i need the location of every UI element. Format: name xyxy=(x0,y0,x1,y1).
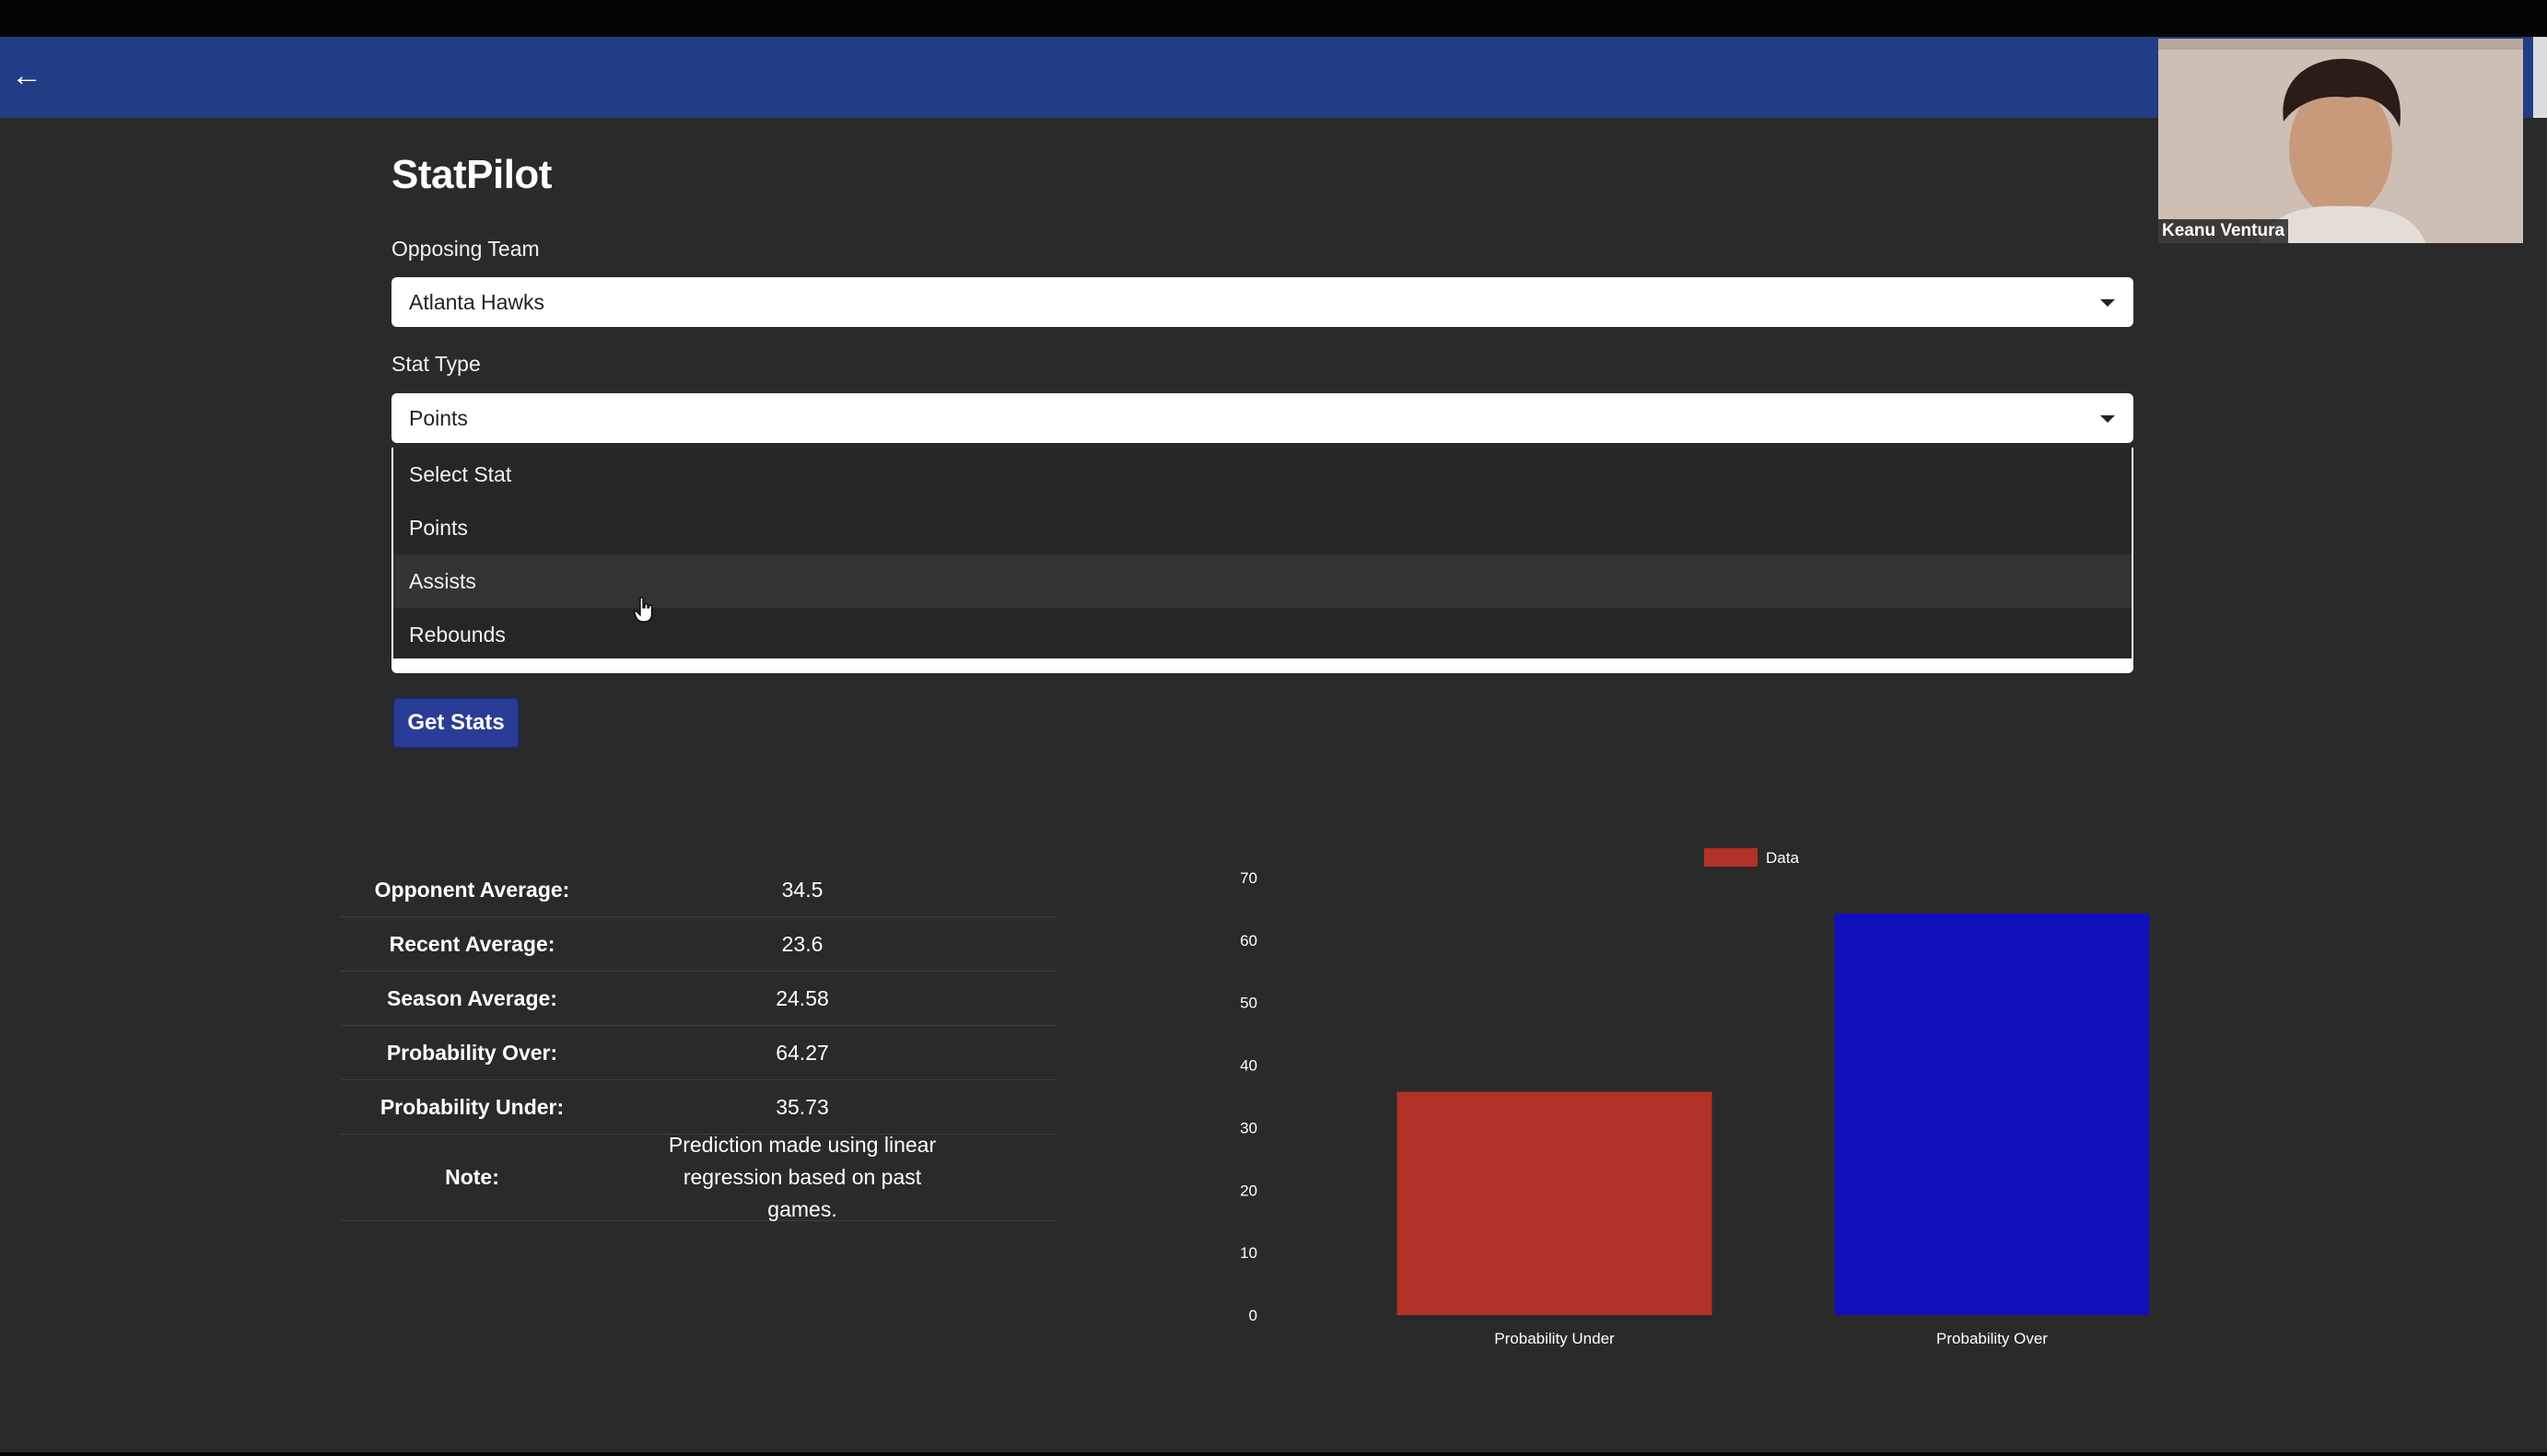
table-row: Opponent Average: 34.5 xyxy=(341,863,1057,917)
stat-type-dropdown: Select Stat Points Assists Rebounds xyxy=(391,448,2133,673)
window-top-bar xyxy=(0,0,2547,37)
stat-label-note: Note: xyxy=(445,1165,499,1189)
caret-down-icon xyxy=(2100,299,2115,307)
dropdown-menu: Select Stat Points Assists Rebounds xyxy=(393,448,2132,658)
y-tick-label: 30 xyxy=(1240,1119,1257,1136)
navbar-edge xyxy=(2524,37,2533,118)
x-tick-label: Probability Over xyxy=(1936,1330,2048,1347)
y-tick-label: 40 xyxy=(1240,1057,1257,1075)
participant-video-feed xyxy=(2158,39,2523,243)
dropdown-option-select-stat[interactable]: Select Stat xyxy=(393,448,2132,501)
opposing-team-label: Opposing Team xyxy=(391,237,540,261)
window-edge xyxy=(2533,37,2547,118)
stats-table: Opponent Average: 34.5 Recent Average: 2… xyxy=(341,863,1057,1221)
stat-label-recent-average: Recent Average: xyxy=(389,931,555,956)
page-title: StatPilot xyxy=(391,152,552,197)
y-tick-label: 50 xyxy=(1240,995,1257,1012)
stat-value-note: Prediction made using linear regression … xyxy=(668,1133,937,1221)
stat-label-season-average: Season Average: xyxy=(387,985,557,1010)
stat-value-opponent-average: 34.5 xyxy=(781,877,824,902)
window-bottom-bar xyxy=(0,1452,2547,1456)
arrow-left-icon[interactable]: ← xyxy=(11,57,42,94)
participant-name-label: Keanu Ventura xyxy=(2158,219,2289,243)
chart-bar xyxy=(1834,913,2150,1315)
get-stats-button[interactable]: Get Stats xyxy=(392,697,520,749)
y-tick-label: 10 xyxy=(1240,1244,1257,1262)
stat-value-probability-under: 35.73 xyxy=(776,1094,829,1119)
stat-label-probability-under: Probability Under: xyxy=(380,1094,565,1119)
table-row: Probability Over: 64.27 xyxy=(341,1026,1057,1080)
y-tick-label: 0 xyxy=(1249,1307,1257,1324)
x-tick-label: Probability Under xyxy=(1494,1330,1615,1347)
chart-bar xyxy=(1396,1091,1712,1315)
stat-type-value: Points xyxy=(409,406,468,430)
stat-type-label: Stat Type xyxy=(391,352,481,376)
dropdown-option-assists[interactable]: Assists xyxy=(393,554,2132,608)
table-row: Recent Average: 23.6 xyxy=(341,917,1057,972)
probability-bar-chart: 0 10 20 30 40 50 60 70 Probability Under Probabil… xyxy=(1240,848,2150,1347)
dropdown-option-rebounds[interactable]: Rebounds xyxy=(393,608,2132,661)
legend-label: Data xyxy=(1766,849,1799,867)
opposing-team-select[interactable]: Atlanta Hawks xyxy=(391,277,2133,327)
stat-value-recent-average: 23.6 xyxy=(781,931,824,956)
opposing-team-value: Atlanta Hawks xyxy=(409,290,545,314)
y-tick-label: 60 xyxy=(1240,932,1257,949)
participant-video xyxy=(2158,39,2523,243)
table-row: Probability Under: 35.73 xyxy=(341,1080,1057,1135)
table-row: Season Average: 24.58 xyxy=(341,972,1057,1026)
hand-cursor-icon xyxy=(634,597,653,623)
y-tick-label: 20 xyxy=(1240,1182,1257,1199)
stat-value-season-average: 24.58 xyxy=(776,985,829,1010)
dropdown-option-points[interactable]: Points xyxy=(393,501,2132,554)
stat-label-probability-over: Probability Over: xyxy=(386,1040,558,1065)
table-row: Note: Prediction made using linear regre… xyxy=(341,1133,1057,1221)
stat-label-opponent-average: Opponent Average: xyxy=(374,877,570,902)
y-tick-label: 70 xyxy=(1240,869,1257,887)
caret-down-icon xyxy=(2100,415,2115,423)
legend-swatch xyxy=(1704,848,1758,867)
stat-value-probability-over: 64.27 xyxy=(776,1040,829,1065)
stat-type-select[interactable]: Points xyxy=(391,393,2133,443)
